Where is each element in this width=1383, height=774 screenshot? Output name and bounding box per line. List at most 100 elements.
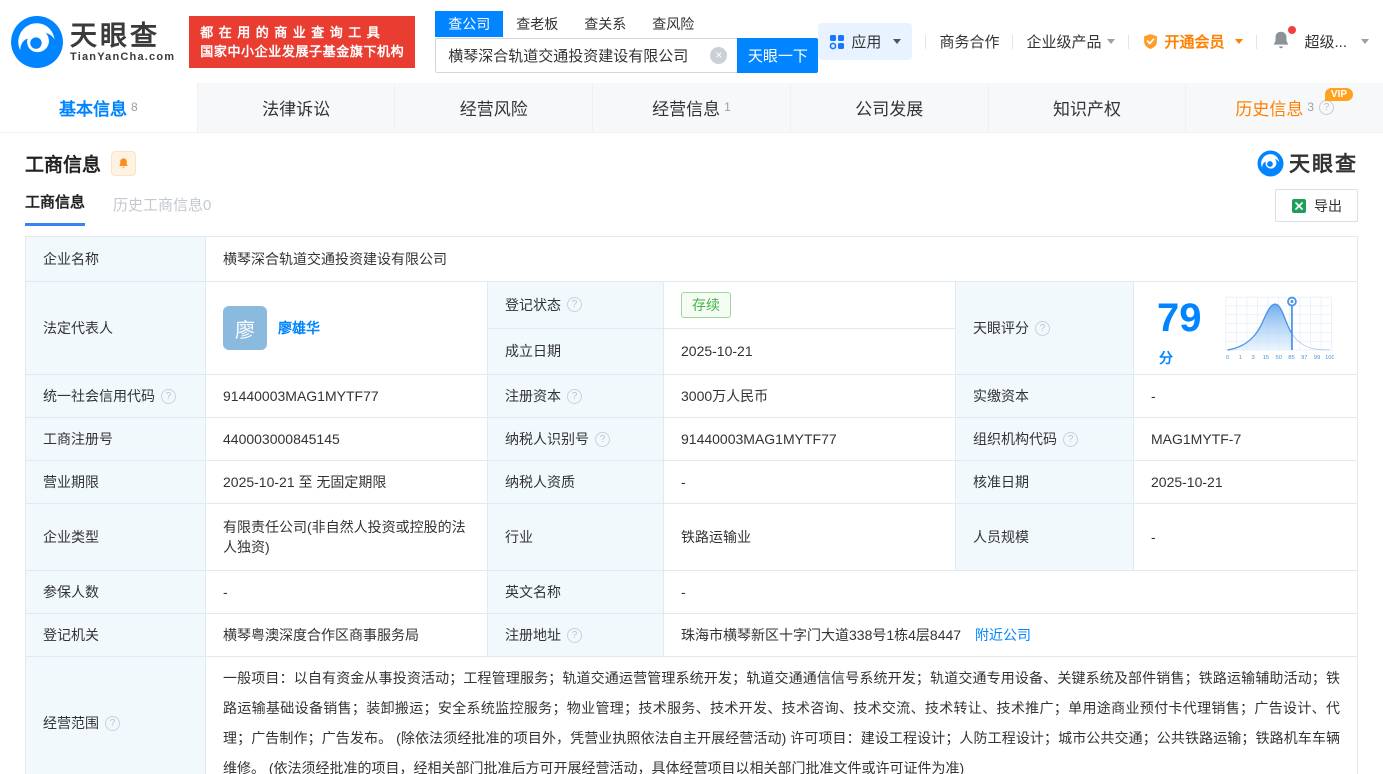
divider — [1012, 34, 1014, 49]
help-icon[interactable] — [1063, 431, 1078, 447]
search-tab-risk[interactable]: 查风险 — [639, 11, 707, 37]
subtab-business-info[interactable]: 工商信息 — [25, 191, 86, 226]
tab-count: 1 — [724, 99, 731, 114]
divider — [1128, 34, 1130, 49]
excel-icon — [1292, 198, 1306, 213]
chevron-down-icon — [1235, 39, 1244, 44]
business-term-value: 2025-10-21 至 无固定期限 — [205, 460, 488, 504]
subtab-history-business-info[interactable]: 历史工商信息0 — [113, 194, 211, 226]
export-button[interactable]: 导出 — [1275, 189, 1358, 222]
company-name-value: 横琴深合轨道交通投资建设有限公司 — [205, 236, 1358, 282]
section-title: 工商信息 — [25, 154, 102, 176]
staff-size-value: - — [1133, 503, 1358, 571]
field-label: 实缴资本 — [955, 374, 1134, 418]
tianyancha-logo[interactable]: 天眼查 TianYanCha.com — [10, 15, 175, 69]
business-info-table: 企业名称 横琴深合轨道交通投资建设有限公司 法定代表人 廖 廖雄华 登记状态 存… — [25, 236, 1358, 774]
tyc-score[interactable]: 79分 0 1 3 15 50 85 97 99 100 — [1151, 288, 1340, 368]
vip-badge-icon — [1144, 34, 1158, 49]
tab-count: 3 — [1307, 99, 1315, 114]
field-label: 统一社会信用代码 — [25, 374, 206, 418]
search-button[interactable]: 天眼一下 — [737, 37, 819, 73]
super-vip-link[interactable]: 超级... — [1304, 31, 1369, 52]
help-icon[interactable] — [567, 627, 582, 643]
nearby-companies-link[interactable]: 附近公司 — [975, 627, 1031, 643]
question-icon[interactable] — [1319, 100, 1335, 115]
field-label: 经营范围 — [25, 656, 206, 774]
help-icon[interactable] — [595, 431, 610, 447]
help-icon[interactable] — [105, 715, 120, 731]
field-label: 法定代表人 — [25, 281, 206, 375]
help-icon[interactable] — [161, 388, 176, 404]
tab-history-info[interactable]: 历史信息 3 VIP — [1186, 83, 1383, 132]
table-row: 参保人数 - 英文名称 - — [25, 570, 1358, 614]
field-label: 注册资本 — [487, 374, 664, 418]
svg-text:15: 15 — [1262, 355, 1268, 361]
tianyancha-watermark: 天眼查 — [1257, 148, 1358, 178]
tab-operating-risk[interactable]: 经营风险 — [395, 83, 594, 132]
vip-tag: VIP — [1324, 88, 1354, 101]
svg-text:50: 50 — [1275, 355, 1281, 361]
help-icon[interactable] — [567, 388, 582, 404]
field-label: 企业类型 — [25, 503, 206, 571]
notification-dot — [1288, 25, 1297, 34]
company-nav-tabs: 基本信息 8 法律诉讼 经营风险 经营信息 1 公司发展 知识产权 历史信息 3… — [0, 83, 1383, 133]
tab-count: 8 — [131, 99, 138, 114]
clear-icon[interactable] — [710, 46, 728, 64]
svg-text:1: 1 — [1238, 355, 1241, 361]
taxpayer-id-value: 91440003MAG1MYTF77 — [663, 417, 956, 461]
reg-number-value: 440003000845145 — [205, 417, 488, 461]
apps-label: 应用 — [851, 34, 882, 51]
table-row: 法定代表人 廖 廖雄华 登记状态 存续 天眼评分 79分 — [25, 281, 1358, 375]
field-label: 核准日期 — [955, 460, 1134, 504]
field-label: 行业 — [487, 503, 664, 571]
tab-basic-info[interactable]: 基本信息 8 — [0, 83, 198, 132]
promo-line2: 国家中小企业发展子基金旗下机构 — [200, 43, 405, 59]
promo-line1: 都在用的商业查询工具 — [200, 24, 386, 40]
field-label: 注册地址 — [487, 613, 664, 657]
eye-icon — [1257, 150, 1284, 176]
field-label: 工商注册号 — [25, 417, 206, 461]
search-area: 查公司 查老板 查关系 查风险 天眼一下 — [435, 11, 819, 73]
field-label: 登记机关 — [25, 613, 206, 657]
help-icon[interactable] — [1035, 320, 1050, 336]
notification-bell-icon[interactable] — [1270, 25, 1297, 55]
subscribe-bell-icon[interactable] — [111, 150, 137, 176]
main-content: 工商信息 天眼查 工商信息 历史工商信息0 导出 企业名称 横琴深合轨道交通投资… — [0, 146, 1383, 774]
search-tab-boss[interactable]: 查老板 — [503, 11, 571, 37]
reg-authority-value: 横琴粤澳深度合作区商事服务局 — [205, 613, 488, 657]
business-cooperation-link[interactable]: 商务合作 — [939, 31, 999, 52]
search-input[interactable] — [435, 37, 738, 73]
svg-text:100: 100 — [1325, 355, 1334, 361]
field-label: 纳税人识别号 — [487, 417, 664, 461]
credit-code-value: 91440003MAG1MYTF77 — [205, 374, 488, 418]
svg-text:85: 85 — [1288, 355, 1294, 361]
english-name-value: - — [663, 570, 1358, 614]
open-vip-link[interactable]: 开通会员 — [1142, 31, 1244, 52]
field-label: 企业名称 — [25, 236, 206, 282]
status-badge: 存续 — [681, 291, 731, 318]
search-tab-company[interactable]: 查公司 — [435, 11, 504, 37]
help-icon[interactable] — [567, 297, 582, 313]
legal-rep-link[interactable]: 廖雄华 — [278, 318, 320, 338]
company-type-value: 有限责任公司(非自然人投资或控股的法人独资) — [205, 503, 488, 571]
top-header: 天眼查 TianYanCha.com 都在用的商业查询工具 国家中小企业发展子基… — [0, 0, 1383, 83]
tab-company-development[interactable]: 公司发展 — [791, 83, 989, 132]
table-row: 登记机关 横琴粤澳深度合作区商事服务局 注册地址 珠海市横琴新区十字门大道338… — [25, 613, 1358, 657]
tab-legal-lawsuit[interactable]: 法律诉讼 — [198, 83, 396, 132]
brand-name: 天眼查 — [70, 20, 160, 51]
brand-domain: TianYanCha.com — [70, 50, 176, 63]
tab-operating-info[interactable]: 经营信息 1 — [593, 83, 791, 132]
industry-value: 铁路运输业 — [663, 503, 956, 571]
business-scope-value: 一般项目：以自有资金从事投资活动；工程管理服务；轨道交通运营管理系统开发；轨道交… — [205, 656, 1358, 774]
promo-banner: 都在用的商业查询工具 国家中小企业发展子基金旗下机构 — [189, 15, 416, 68]
svg-text:99: 99 — [1314, 355, 1320, 361]
tab-intellectual-property[interactable]: 知识产权 — [989, 83, 1187, 132]
enterprise-product-link[interactable]: 企业级产品 — [1026, 31, 1116, 52]
apps-menu[interactable]: 应用 — [818, 23, 913, 60]
insured-count-value: - — [205, 570, 488, 614]
taxpayer-quality-value: - — [663, 460, 956, 504]
field-label: 登记状态 — [487, 281, 664, 329]
avatar[interactable]: 廖 — [223, 306, 267, 350]
table-row: 经营范围 一般项目：以自有资金从事投资活动；工程管理服务；轨道交通运营管理系统开… — [25, 656, 1358, 774]
search-tab-relation[interactable]: 查关系 — [571, 11, 639, 37]
